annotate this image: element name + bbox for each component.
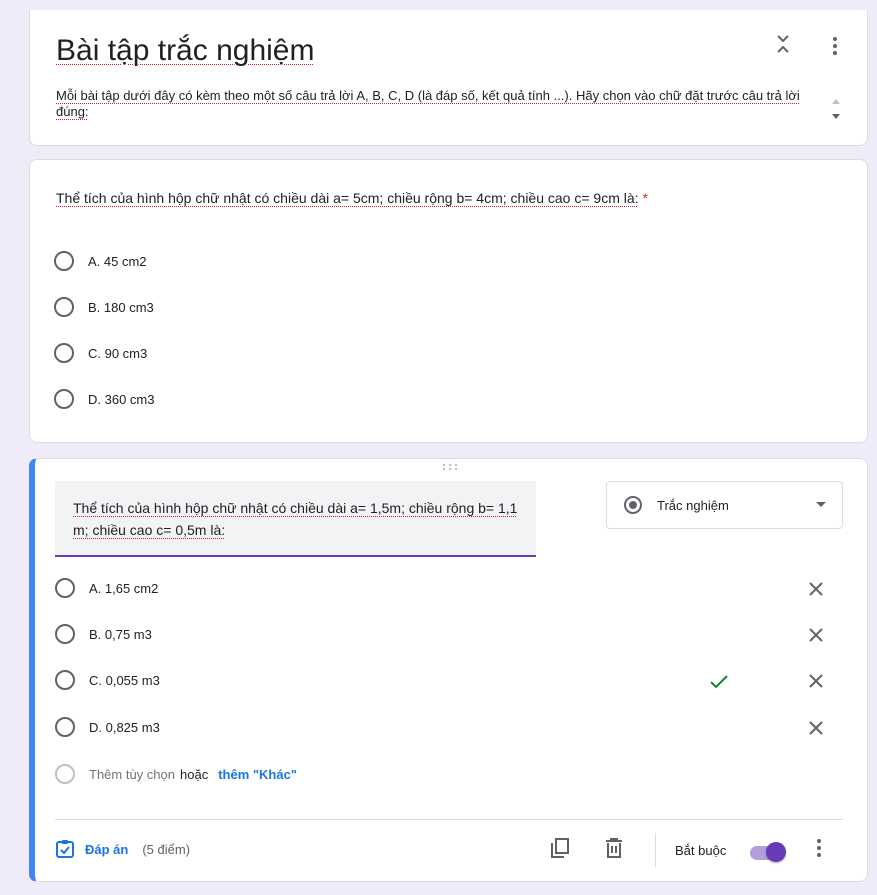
add-option-row: Thêm tùy chọn hoặc thêm "Khác" — [55, 762, 297, 786]
more-vert-icon[interactable] — [813, 837, 825, 859]
radio-button — [55, 670, 75, 690]
radio-button — [55, 764, 75, 784]
radio-button[interactable] — [54, 297, 74, 317]
option-row[interactable]: A. 45 cm2 — [54, 249, 147, 273]
assignment-check-icon — [56, 840, 74, 858]
form-header-card: Bài tập trắc nghiệm Mỗi bài tập dưới đây… — [29, 10, 868, 146]
collapse-icon[interactable] — [773, 32, 793, 56]
divider — [55, 819, 843, 820]
option-row[interactable]: D. 0,825 m3 — [55, 715, 160, 739]
radio-button[interactable] — [54, 251, 74, 271]
option-label[interactable]: C. 0,055 m3 — [89, 673, 160, 688]
option-label: B. 180 cm3 — [88, 299, 154, 315]
duplicate-icon[interactable] — [549, 837, 571, 859]
add-other-link[interactable]: thêm "Khác" — [218, 767, 297, 782]
dropdown-arrow-icon — [816, 502, 826, 507]
remove-option-icon[interactable] — [807, 719, 825, 737]
points-text: (5 điểm) — [142, 841, 191, 857]
option-label[interactable]: D. 0,825 m3 — [89, 720, 160, 735]
form-description[interactable]: Mỗi bài tập dưới đây có kèm theo một số … — [56, 88, 801, 120]
option-label: A. 45 cm2 — [88, 253, 147, 269]
answer-key-button[interactable]: Đáp án (5 điểm) — [55, 839, 190, 859]
form-description-text: Mỗi bài tập dưới đây có kèm theo một số … — [56, 88, 800, 119]
option-label: C. 90 cm3 — [88, 345, 148, 361]
question-title-input[interactable]: Thể tích của hình hộp chữ nhật có chiều … — [55, 481, 536, 557]
option-row[interactable]: C. 0,055 m3 — [55, 668, 160, 692]
option-row[interactable]: D. 360 cm3 — [54, 387, 154, 411]
radio-button — [55, 717, 75, 737]
add-option-button[interactable]: Thêm tùy chọn — [89, 767, 175, 782]
remove-option-icon[interactable] — [807, 672, 825, 690]
drag-handle-icon[interactable] — [440, 463, 460, 471]
toggle-knob — [766, 842, 786, 862]
option-row[interactable]: C. 90 cm3 — [54, 341, 147, 365]
question-type-dropdown[interactable]: Trắc nghiệm — [606, 481, 843, 529]
required-asterisk: * — [642, 190, 648, 206]
description-scroll-arrows[interactable] — [829, 90, 843, 126]
question-card-2-active[interactable]: Thể tích của hình hộp chữ nhật có chiều … — [29, 458, 868, 882]
question-title-text: Thể tích của hình hộp chữ nhật có chiều … — [56, 190, 639, 206]
radio-button[interactable] — [54, 343, 74, 363]
remove-option-icon[interactable] — [807, 580, 825, 598]
question-title-text: Thể tích của hình hộp chữ nhật có chiều … — [73, 500, 518, 538]
question-type-label: Trắc nghiệm — [657, 497, 729, 513]
question-card-1[interactable]: Thể tích của hình hộp chữ nhật có chiều … — [29, 159, 868, 443]
option-row[interactable]: A. 1,65 cm2 — [55, 576, 158, 600]
option-label[interactable]: A. 1,65 cm2 — [89, 581, 158, 596]
radio-button[interactable] — [54, 389, 74, 409]
delete-icon[interactable] — [604, 837, 624, 859]
or-text: hoặc — [180, 766, 209, 782]
option-row[interactable]: B. 180 cm3 — [54, 295, 154, 319]
radio-button — [55, 624, 75, 644]
form-title[interactable]: Bài tập trắc nghiệm — [56, 34, 314, 68]
correct-answer-check-icon — [710, 675, 728, 689]
option-row[interactable]: B. 0,75 m3 — [55, 622, 152, 646]
answer-key-label: Đáp án — [85, 841, 129, 857]
required-toggle[interactable] — [748, 842, 788, 862]
radio-button — [55, 578, 75, 598]
required-label: Bắt buộc — [675, 843, 727, 858]
footer-divider — [655, 833, 656, 867]
option-label[interactable]: B. 0,75 m3 — [89, 627, 152, 642]
more-vert-icon[interactable] — [829, 36, 841, 56]
question-title: Thể tích của hình hộp chữ nhật có chiều … — [56, 190, 648, 206]
remove-option-icon[interactable] — [807, 626, 825, 644]
radio-checked-icon — [624, 496, 642, 514]
option-label: D. 360 cm3 — [88, 391, 155, 407]
